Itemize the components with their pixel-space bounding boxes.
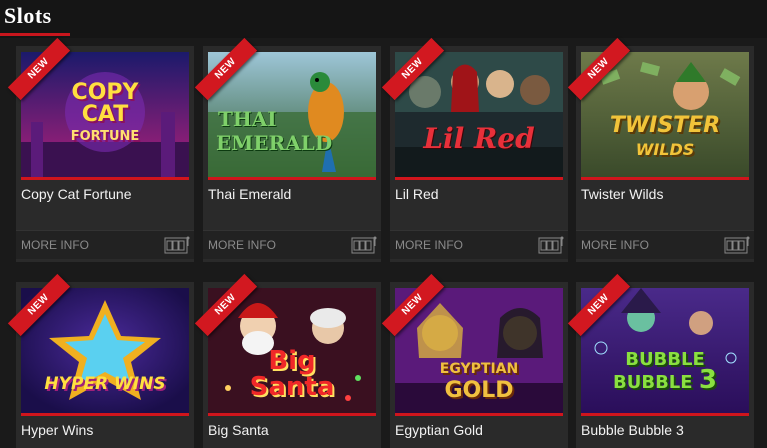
page-header: Slots [0,0,767,38]
more-info-link[interactable]: MORE INFO [21,238,89,252]
thumb-divider [21,413,189,416]
game-logo-text: WILDS [635,140,695,159]
card-footer: MORE INFO [390,230,568,259]
game-card-egyptian-gold[interactable]: EGYPTIAN GOLD NEW Egyptian Gold [381,273,568,448]
thumb-divider [395,177,563,180]
thumb-divider [581,177,749,180]
game-title[interactable]: Thai Emerald [208,186,291,202]
game-title[interactable]: Lil Red [395,186,439,202]
game-logo-text: BUBBLE [625,349,705,370]
game-title[interactable]: Big Santa [208,422,269,438]
game-logo-text: EGYPTIAN [439,361,519,377]
more-info-link[interactable]: MORE INFO [208,238,276,252]
game-logo-text: Lil Red [423,122,535,155]
game-card-bubble-bubble-3[interactable]: BUBBLE BUBBLE 3 NEW Bubble Bubble 3 [567,273,754,448]
slot-machine-icon [538,236,564,254]
more-info-link[interactable]: MORE INFO [581,238,649,252]
game-card-twister-wilds[interactable]: TWISTER WILDS NEW Twister Wilds MORE INF… [567,37,754,262]
game-title[interactable]: Copy Cat Fortune [21,186,132,202]
thumb-divider [395,413,563,416]
game-logo-text: Santa [249,372,335,402]
section-title: Slots [4,3,52,28]
slot-machine-icon [351,236,377,254]
game-title[interactable]: Bubble Bubble 3 [581,422,684,438]
more-info-link[interactable]: MORE INFO [395,238,463,252]
card-footer: MORE INFO [576,230,754,259]
thumb-divider [208,177,376,180]
title-underline [0,33,70,36]
game-card-copy-cat-fortune[interactable]: COPY CAT FORTUNE NEW Copy Cat Fortune MO… [7,37,194,262]
slot-machine-icon [164,236,190,254]
game-logo-text: GOLD [444,378,514,403]
game-logo-text: CAT [81,102,129,127]
game-logo-text: 3 [698,365,717,395]
card-footer: MORE INFO [203,230,381,259]
game-title[interactable]: Egyptian Gold [395,422,483,438]
game-logo-text: THAI [218,107,277,131]
game-title[interactable]: Twister Wilds [581,186,663,202]
game-logo-text: Big [268,346,316,376]
game-logo-text: TWISTER [609,113,721,138]
thumb-divider [208,413,376,416]
game-card-big-santa[interactable]: Big Santa NEW Big Santa [194,273,381,448]
card-footer: MORE INFO [16,230,194,259]
game-logo-text: HYPER WINS [44,374,166,394]
thumb-divider [581,413,749,416]
game-card-thai-emerald[interactable]: THAI EMERALD NEW Thai Emerald MORE INFO [194,37,381,262]
game-title[interactable]: Hyper Wins [21,422,93,438]
slot-machine-icon [724,236,750,254]
game-logo-text: COPY [71,80,139,105]
game-logo-text: FORTUNE [70,129,140,144]
game-logo-text: BUBBLE [613,372,693,393]
game-card-hyper-wins[interactable]: HYPER WINS NEW Hyper Wins [7,273,194,448]
thumb-divider [21,177,189,180]
game-logo-text: EMERALD [216,131,333,155]
game-card-lil-red[interactable]: Lil Red NEW Lil Red MORE INFO [381,37,568,262]
